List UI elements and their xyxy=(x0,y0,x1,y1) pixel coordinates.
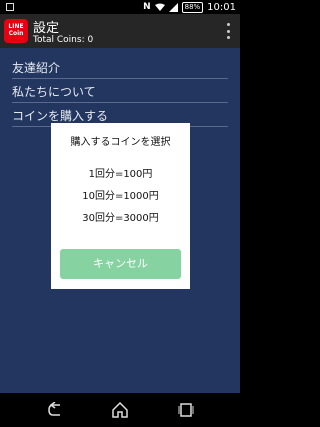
menu-item-invite-friends[interactable]: 友達紹介 xyxy=(12,58,228,79)
option-30-uses[interactable]: 30回分=3000円 xyxy=(51,209,190,224)
logo-text-coin: Coin xyxy=(8,30,24,37)
menu-item-about-us[interactable]: 私たちについて xyxy=(12,82,228,103)
logo-text-line: LINE xyxy=(8,23,24,30)
image-notification-icon xyxy=(6,3,14,11)
back-icon[interactable] xyxy=(46,402,66,418)
recent-apps-icon[interactable] xyxy=(176,402,196,418)
navigation-bar xyxy=(0,393,240,427)
signal-icon xyxy=(168,2,178,12)
dialog-title: 購入するコインを選択 xyxy=(70,137,171,148)
home-icon[interactable] xyxy=(110,402,130,418)
nfc-icon: N xyxy=(143,2,151,12)
option-1-use[interactable]: 1回分=100円 xyxy=(51,165,190,180)
total-coins-label: Total Coins: 0 xyxy=(33,35,94,45)
purchase-dialog: 購入するコインを選択 1回分=100円 10回分=1000円 30回分=3000… xyxy=(51,123,190,289)
app-bar: LINE Coin 設定 Total Coins: 0 xyxy=(0,14,240,48)
battery-icon: 88% xyxy=(181,1,204,13)
wifi-icon xyxy=(154,3,165,11)
page-title: 設定 xyxy=(33,21,60,36)
status-time: 10:01 xyxy=(207,1,236,13)
status-bar: N 88% 10:01 xyxy=(0,0,240,14)
option-10-uses[interactable]: 10回分=1000円 xyxy=(51,187,190,202)
overflow-menu-icon[interactable] xyxy=(225,23,231,39)
cancel-button[interactable]: キャンセル xyxy=(60,249,181,279)
status-icons: N 88% 10:01 xyxy=(143,0,236,14)
app-logo: LINE Coin xyxy=(4,19,28,43)
